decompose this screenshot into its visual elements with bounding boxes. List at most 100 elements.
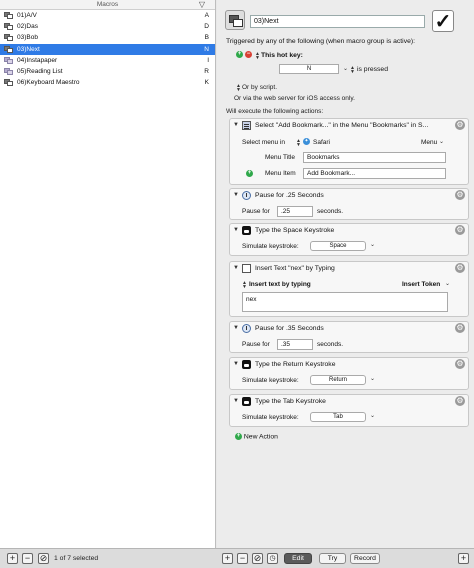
macro-hotkey: B	[204, 34, 209, 42]
try-button[interactable]: Try	[319, 553, 346, 564]
gear-icon[interactable]: ⚙	[455, 190, 465, 200]
keystroke-chevron-icon[interactable]: ⌄	[370, 241, 375, 248]
clock-button-icon[interactable]: ◷	[267, 553, 278, 564]
disclosure-triangle-icon[interactable]: ▼	[233, 325, 239, 331]
insert-mode[interactable]: Insert text by typing	[249, 281, 311, 288]
keystroke-field[interactable]: Space	[310, 241, 366, 251]
macro-name: 03)Next	[17, 45, 40, 53]
macro-icon[interactable]	[225, 10, 245, 30]
macro-list-pane: Macros ▽ 01)A/V A 02)Das D 03)Bob B 03)Next N 04…	[0, 0, 216, 548]
macro-icon	[4, 45, 13, 53]
menu-popup[interactable]: Menu	[421, 139, 437, 146]
macro-icon	[4, 12, 13, 19]
macro-icon	[4, 34, 13, 42]
macro-list-item[interactable]: 04)Instapaper I	[0, 55, 215, 66]
disclosure-triangle-icon[interactable]: ▼	[233, 398, 239, 404]
app-name[interactable]: Safari	[313, 139, 330, 146]
disable-action-button[interactable]: ⊘	[252, 553, 263, 564]
disclosure-triangle-icon[interactable]: ▼	[233, 227, 239, 233]
macro-list-header[interactable]: Macros ▽	[0, 0, 215, 10]
new-action-label: New Action	[243, 433, 278, 441]
add-menu-item-button[interactable]: +	[246, 170, 253, 177]
edit-button[interactable]: Edit	[284, 553, 312, 564]
menu-popup-chevron-icon[interactable]: ⌄	[439, 138, 444, 145]
macro-list-item[interactable]: 01)A/V A	[0, 10, 215, 21]
macro-name: 02)Das	[17, 23, 38, 31]
add-action-button[interactable]: +	[222, 553, 233, 564]
keystroke-chevron-icon[interactable]: ⌄	[370, 375, 375, 382]
macro-enabled-checkbox[interactable]: ✓	[432, 10, 454, 33]
macro-hotkey: K	[204, 79, 209, 87]
action-type-return[interactable]: ▼ Type the Return Keystroke ⚙ Simulate k…	[229, 357, 469, 390]
macro-list-item[interactable]: 03)Next N	[0, 43, 215, 55]
key-state-stepper-icon[interactable]: ▲ ▼	[350, 66, 355, 75]
remove-trigger-button[interactable]: −	[245, 51, 252, 58]
insert-text-area[interactable]: nex	[242, 292, 448, 312]
seconds-unit: seconds.	[317, 208, 344, 215]
macro-list-item[interactable]: 02)Das D	[0, 21, 215, 32]
disclosure-triangle-icon[interactable]: ▼	[233, 122, 239, 128]
macro-list-item[interactable]: 03)Bob B	[0, 32, 215, 43]
gear-icon[interactable]: ⚙	[455, 225, 465, 235]
insert-token-menu[interactable]: Insert Token	[402, 281, 440, 288]
hot-key-state[interactable]: is pressed	[357, 66, 388, 73]
gear-icon[interactable]: ⚙	[455, 323, 465, 333]
hot-key-chevron-icon[interactable]: ⌄	[343, 65, 348, 72]
document-macro-icon	[4, 56, 13, 64]
disclosure-triangle-icon[interactable]: ▼	[233, 361, 239, 367]
keystroke-chevron-icon[interactable]: ⌄	[370, 412, 375, 419]
add-item-button[interactable]: +	[458, 553, 469, 564]
macro-hotkey: A	[204, 12, 209, 19]
app-stepper-icon[interactable]: ▲ ▼	[296, 139, 301, 148]
clock-icon	[242, 191, 251, 200]
disable-macro-button[interactable]: ⊘	[38, 553, 49, 564]
action-select-menu[interactable]: ▼ Select "Add Bookmark..." in the Menu "…	[229, 118, 469, 185]
text-document-icon	[242, 264, 251, 273]
disclosure-triangle-icon[interactable]: ▼	[233, 192, 239, 198]
filter-triangle-icon[interactable]: ▽	[199, 0, 205, 9]
macro-name: 03)Bob	[17, 34, 38, 42]
script-trigger-stepper-icon[interactable]: ▲ ▼	[236, 84, 241, 93]
action-type-tab[interactable]: ▼ Type the Tab Keystroke ⚙ Simulate keys…	[229, 394, 469, 427]
gear-icon[interactable]: ⚙	[455, 120, 465, 130]
gear-icon[interactable]: ⚙	[455, 263, 465, 273]
keyboard-key-icon	[242, 226, 251, 235]
hot-key-field[interactable]: N	[279, 64, 339, 74]
macro-list-item[interactable]: 06)Keyboard Maestro K	[0, 77, 215, 88]
insert-token-chevron-icon[interactable]: ⌄	[445, 280, 450, 287]
record-button[interactable]: Record	[350, 553, 380, 564]
safari-icon: ✦	[303, 138, 310, 145]
keystroke-field[interactable]: Return	[310, 375, 366, 385]
bottom-toolbar: + − ⊘ 1 of 7 selected + − ⊘ ◷ Edit Try R…	[0, 548, 474, 568]
macro-name-field[interactable]: 03)Next	[250, 15, 425, 28]
gear-icon[interactable]: ⚙	[455, 359, 465, 369]
trigger-type-stepper-icon[interactable]: ▲ ▼	[255, 52, 260, 61]
menu-item-field[interactable]: Add Bookmark...	[303, 168, 446, 179]
action-type-space[interactable]: ▼ Type the Space Keystroke ⚙ Simulate ke…	[229, 223, 469, 256]
disclosure-triangle-icon[interactable]: ▼	[233, 265, 239, 271]
action-title: Pause for .25 Seconds	[255, 192, 324, 199]
hot-key-label: This hot key:	[261, 52, 303, 59]
pause-seconds-field[interactable]: .35	[277, 339, 313, 350]
action-insert-text[interactable]: ▼ Insert Text "nex" by Typing ⚙ ▲ ▼ Inser…	[229, 261, 469, 317]
remove-macro-button[interactable]: −	[22, 553, 33, 564]
triggers-title: Triggered by any of the following (when …	[226, 38, 416, 45]
pause-label: Pause for	[242, 208, 270, 215]
action-title: Insert Text "nex" by Typing	[255, 265, 335, 272]
pause-seconds-field[interactable]: .25	[277, 206, 313, 217]
keystroke-field[interactable]: Tab	[310, 412, 366, 422]
insert-mode-stepper-icon[interactable]: ▲ ▼	[242, 281, 247, 290]
gear-icon[interactable]: ⚙	[455, 396, 465, 406]
macro-list-item[interactable]: 05)Reading List R	[0, 66, 215, 77]
menu-item-label: Menu Item	[265, 170, 296, 177]
pause-label: Pause for	[242, 341, 270, 348]
or-by-script-text: Or by script.	[242, 84, 278, 91]
add-trigger-button[interactable]: +	[236, 51, 243, 58]
add-macro-button[interactable]: +	[7, 553, 18, 564]
menu-title-field[interactable]: Bookmarks	[303, 152, 446, 163]
new-action-button[interactable]: + New Action	[235, 433, 278, 440]
action-title: Type the Return Keystroke	[255, 361, 336, 368]
remove-action-button[interactable]: −	[237, 553, 248, 564]
action-pause-035[interactable]: ▼ Pause for .35 Seconds ⚙ Pause for .35 …	[229, 321, 469, 353]
action-pause-025[interactable]: ▼ Pause for .25 Seconds ⚙ Pause for .25 …	[229, 188, 469, 220]
